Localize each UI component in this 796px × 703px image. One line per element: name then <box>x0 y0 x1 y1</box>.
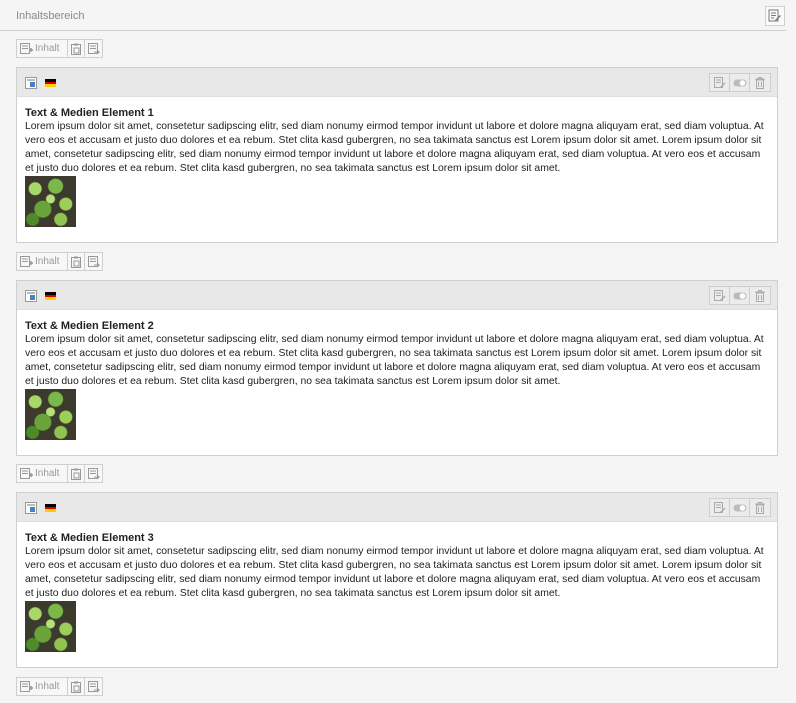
delete-element-button[interactable] <box>750 287 770 304</box>
new-content-icon <box>20 680 33 692</box>
paste-reference-icon <box>87 467 100 479</box>
new-content-button[interactable]: Inhalt <box>17 678 68 695</box>
element-header <box>17 68 777 97</box>
element-header <box>17 493 777 522</box>
clipboard-icon <box>71 468 81 480</box>
edit-column-button[interactable] <box>765 6 785 26</box>
content-element-2[interactable]: Text & Medien Element 2 Lorem ipsum dolo… <box>16 280 778 456</box>
element-actions <box>709 73 771 92</box>
paste-reference-icon <box>87 42 100 54</box>
new-content-button[interactable]: Inhalt <box>17 465 68 482</box>
german-flag-icon <box>45 292 56 300</box>
new-content-icon <box>20 255 33 267</box>
paste-button[interactable] <box>68 253 85 270</box>
paste-reference-icon <box>87 255 100 267</box>
element-image-thumbnail <box>25 389 76 440</box>
edit-element-button[interactable] <box>710 74 730 91</box>
new-content-toolbar: Inhalt <box>16 252 103 271</box>
edit-element-button[interactable] <box>710 499 730 516</box>
toggle-visibility-button[interactable] <box>730 287 750 304</box>
edit-icon <box>713 289 725 301</box>
element-text: Lorem ipsum dolor sit amet, consetetur s… <box>25 546 764 599</box>
clipboard-icon <box>71 681 81 693</box>
new-content-label: Inhalt <box>35 43 60 54</box>
edit-icon <box>713 76 725 88</box>
german-flag-icon <box>45 504 56 512</box>
content-element-3[interactable]: Text & Medien Element 3 Lorem ipsum dolo… <box>16 492 778 668</box>
element-title: Text & Medien Element 3 <box>25 532 154 544</box>
content-element-1[interactable]: Text & Medien Element 1 Lorem ipsum dolo… <box>16 67 778 243</box>
element-title: Text & Medien Element 1 <box>25 107 154 119</box>
edit-icon <box>713 501 725 513</box>
paste-button[interactable] <box>68 465 85 482</box>
content-area-header: Inhaltsbereich <box>0 0 786 31</box>
toggle-icon <box>733 504 746 511</box>
delete-element-button[interactable] <box>750 74 770 91</box>
paste-button[interactable] <box>68 40 85 57</box>
delete-element-button[interactable] <box>750 499 770 516</box>
edit-icon <box>768 9 781 22</box>
element-title: Text & Medien Element 2 <box>25 320 154 332</box>
clipboard-icon <box>71 256 81 268</box>
element-body: Text & Medien Element 1 Lorem ipsum dolo… <box>17 97 777 227</box>
edit-element-button[interactable] <box>710 287 730 304</box>
new-content-toolbar: Inhalt <box>16 39 103 58</box>
trash-icon <box>755 76 765 89</box>
text-media-type-icon <box>25 77 37 89</box>
content-area-title: Inhaltsbereich <box>16 10 85 22</box>
toggle-icon <box>733 79 746 86</box>
german-flag-icon <box>45 79 56 87</box>
new-content-icon <box>20 42 33 54</box>
element-body: Text & Medien Element 3 Lorem ipsum dolo… <box>17 522 777 652</box>
new-content-label: Inhalt <box>35 681 60 692</box>
element-text: Lorem ipsum dolor sit amet, consetetur s… <box>25 121 764 174</box>
element-image-thumbnail <box>25 601 76 652</box>
new-content-toolbar: Inhalt <box>16 464 103 483</box>
paste-button[interactable] <box>68 678 85 695</box>
element-image-thumbnail <box>25 176 76 227</box>
new-content-label: Inhalt <box>35 256 60 267</box>
element-body: Text & Medien Element 2 Lorem ipsum dolo… <box>17 310 777 440</box>
text-media-type-icon <box>25 502 37 514</box>
new-content-label: Inhalt <box>35 468 60 479</box>
trash-icon <box>755 289 765 302</box>
toggle-visibility-button[interactable] <box>730 499 750 516</box>
element-actions <box>709 286 771 305</box>
paste-reference-button[interactable] <box>85 253 102 270</box>
text-media-type-icon <box>25 290 37 302</box>
toggle-icon <box>733 292 746 299</box>
element-header <box>17 281 777 310</box>
element-actions <box>709 498 771 517</box>
clipboard-icon <box>71 43 81 55</box>
new-content-button[interactable]: Inhalt <box>17 253 68 270</box>
new-content-icon <box>20 467 33 479</box>
trash-icon <box>755 501 765 514</box>
toggle-visibility-button[interactable] <box>730 74 750 91</box>
new-content-toolbar: Inhalt <box>16 677 103 696</box>
paste-reference-icon <box>87 680 100 692</box>
paste-reference-button[interactable] <box>85 40 102 57</box>
new-content-button[interactable]: Inhalt <box>17 40 68 57</box>
paste-reference-button[interactable] <box>85 465 102 482</box>
element-text: Lorem ipsum dolor sit amet, consetetur s… <box>25 334 764 387</box>
paste-reference-button[interactable] <box>85 678 102 695</box>
